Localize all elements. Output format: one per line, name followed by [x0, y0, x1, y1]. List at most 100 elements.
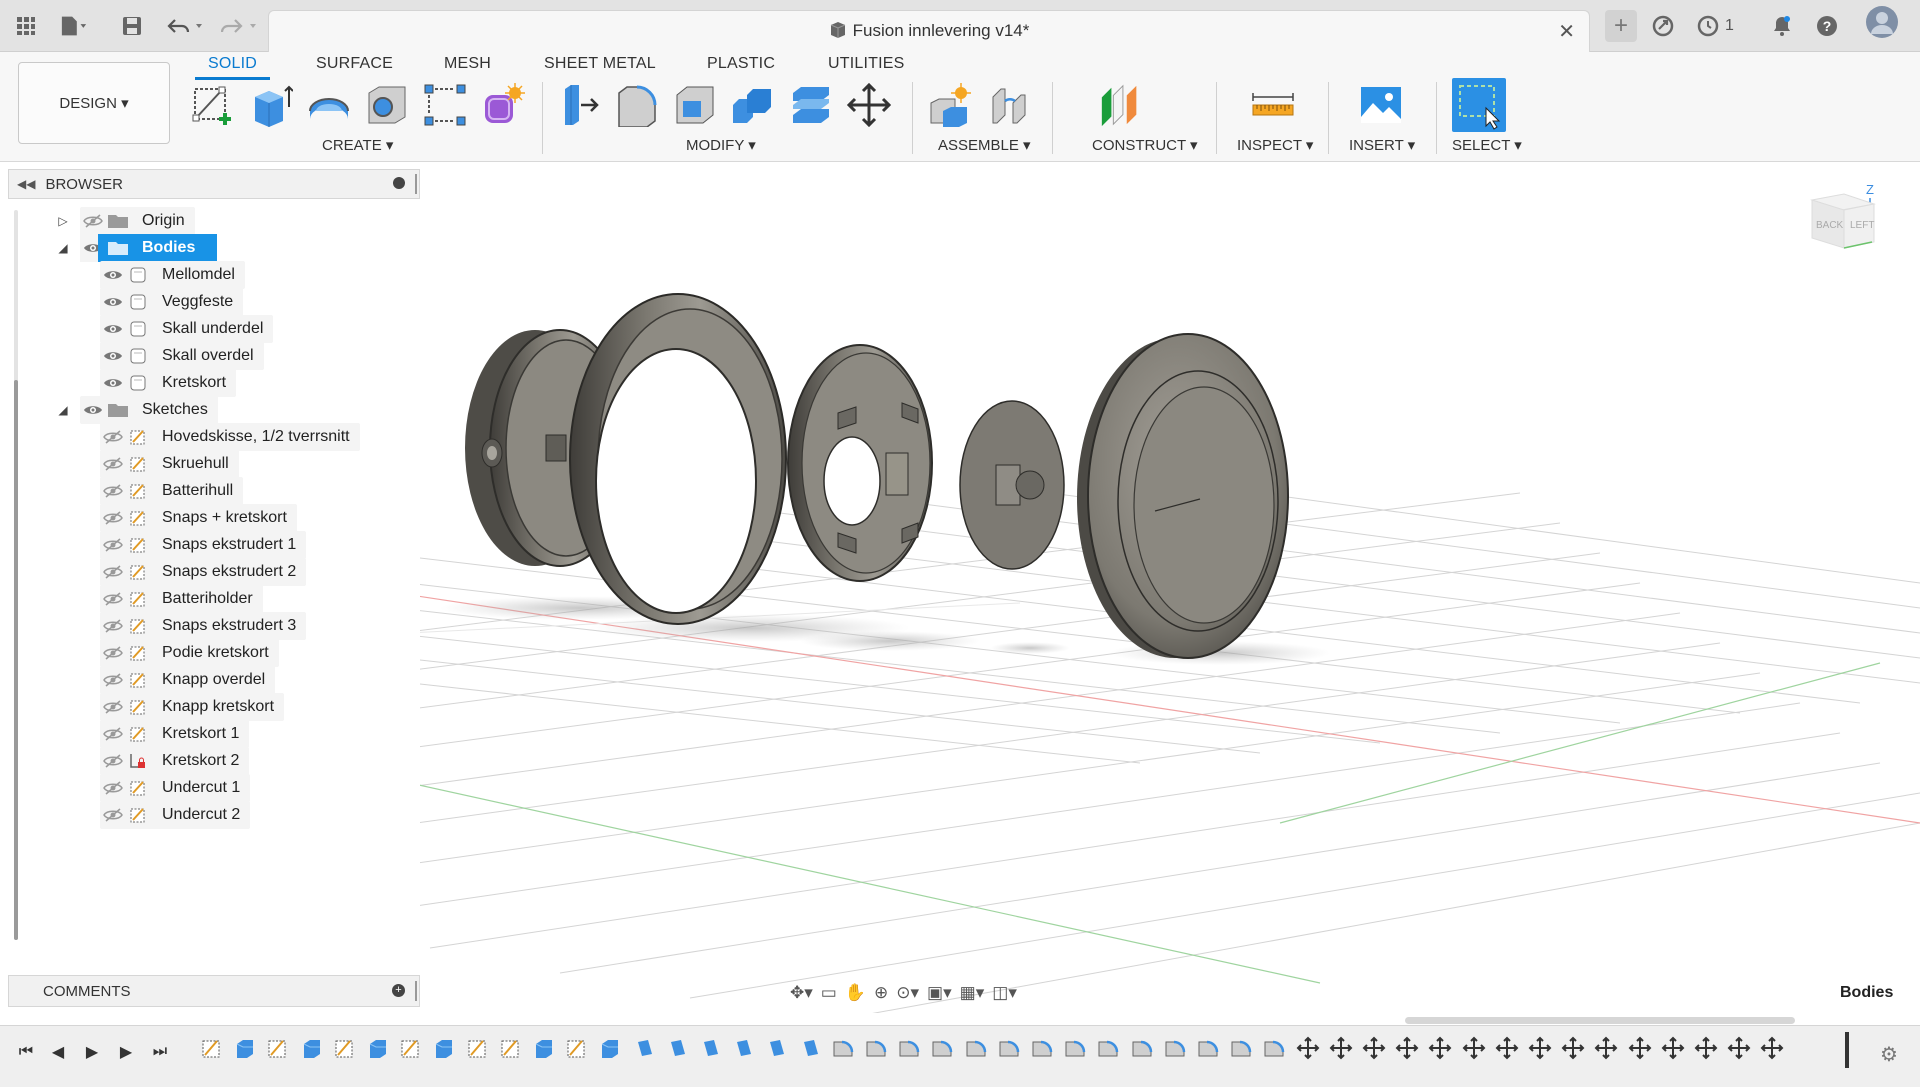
timeline-move-icon[interactable]	[1428, 1036, 1454, 1066]
document-tab[interactable]: Fusion innlevering v14* ✕	[268, 10, 1590, 52]
viewports-icon[interactable]: ◫▾	[992, 983, 1017, 1003]
timeline-move-icon[interactable]	[1462, 1036, 1488, 1066]
timeline-first-icon[interactable]: ⏮	[14, 1040, 38, 1064]
tree-item-origin[interactable]: Origin	[80, 207, 195, 235]
timeline-revolve-icon[interactable]	[731, 1036, 757, 1066]
display-settings-icon[interactable]: ▣▾	[927, 983, 952, 1003]
timeline-marker[interactable]	[1845, 1032, 1849, 1068]
expand-origin-icon[interactable]: ▷	[56, 214, 70, 228]
visibility-hidden-icon[interactable]	[100, 778, 126, 798]
tree-item-sketch[interactable]: Skruehull	[100, 450, 239, 478]
look-at-icon[interactable]: ▭	[821, 983, 837, 1003]
press-pull-icon[interactable]	[556, 82, 602, 128]
offset-plane-icon[interactable]	[1098, 82, 1144, 128]
visibility-hidden-icon[interactable]	[100, 805, 126, 825]
timeline-move-icon[interactable]	[1561, 1036, 1587, 1066]
tree-item-sketch[interactable]: Snaps ekstrudert 1	[100, 531, 307, 559]
visibility-visible-icon[interactable]	[100, 319, 126, 339]
tree-item-sketch[interactable]: Knapp kretskort	[100, 693, 285, 721]
visibility-visible-icon[interactable]	[100, 346, 126, 366]
body-skall-overdel[interactable]	[1077, 333, 1289, 659]
new-component-icon[interactable]	[928, 82, 974, 128]
timeline-extrude-icon[interactable]	[366, 1036, 392, 1066]
revolve-icon[interactable]	[306, 82, 352, 128]
timeline-move-icon[interactable]	[1594, 1036, 1620, 1066]
timeline-settings-gear-icon[interactable]: ⚙	[1880, 1042, 1898, 1067]
timeline-fillet-icon[interactable]	[1096, 1036, 1122, 1066]
timeline-sketch-icon[interactable]	[200, 1036, 226, 1066]
joint-icon[interactable]	[986, 82, 1032, 128]
timeline-fillet-icon[interactable]	[864, 1036, 890, 1066]
assemble-menu[interactable]: ASSEMBLE ▾	[938, 136, 1031, 154]
timeline-move-icon[interactable]	[1727, 1036, 1753, 1066]
timeline-move-icon[interactable]	[1528, 1036, 1554, 1066]
measure-icon[interactable]	[1250, 82, 1296, 128]
body-kretskort[interactable]	[959, 400, 1065, 570]
grid-settings-icon[interactable]: ▦▾	[960, 983, 985, 1003]
timeline-sketch-icon[interactable]	[266, 1036, 292, 1066]
tree-item-bodies-folder[interactable]: Bodies	[80, 234, 218, 262]
timeline-revolve-icon[interactable]	[632, 1036, 658, 1066]
insert-image-icon[interactable]	[1358, 82, 1404, 128]
timeline-extrude-icon[interactable]	[598, 1036, 624, 1066]
orbit-icon[interactable]: ✥▾	[790, 983, 813, 1003]
extensions-icon[interactable]	[1652, 12, 1674, 40]
hole-icon[interactable]	[364, 82, 410, 128]
create-menu[interactable]: CREATE ▾	[322, 136, 393, 154]
timeline-fillet-icon[interactable]	[997, 1036, 1023, 1066]
tree-item-sketches-folder[interactable]: Sketches	[80, 396, 218, 424]
visibility-hidden-icon[interactable]	[100, 670, 126, 690]
help-icon[interactable]: ?	[1816, 12, 1838, 40]
visibility-visible-icon[interactable]	[100, 292, 126, 312]
pattern-icon[interactable]	[422, 82, 468, 128]
timeline-move-icon[interactable]	[1628, 1036, 1654, 1066]
extrude-icon[interactable]	[248, 82, 294, 128]
move-icon[interactable]	[846, 82, 892, 128]
save-icon[interactable]	[118, 12, 146, 40]
visibility-hidden-icon[interactable]	[100, 535, 126, 555]
timeline-fillet-icon[interactable]	[1063, 1036, 1089, 1066]
timeline-move-icon[interactable]	[1760, 1036, 1786, 1066]
tree-item-body[interactable]: Skall overdel	[100, 342, 264, 370]
timeline-move-icon[interactable]	[1395, 1036, 1421, 1066]
timeline-fillet-icon[interactable]	[1196, 1036, 1222, 1066]
timeline-fillet-icon[interactable]	[1163, 1036, 1189, 1066]
new-tab-button[interactable]: +	[1605, 10, 1637, 42]
3d-viewport[interactable]	[420, 163, 1920, 1013]
create-sketch-icon[interactable]	[190, 82, 236, 128]
close-tab-icon[interactable]: ✕	[1558, 19, 1575, 44]
timeline-extrude-icon[interactable]	[532, 1036, 558, 1066]
visibility-hidden-icon[interactable]	[100, 562, 126, 582]
panel-resize-handle[interactable]	[415, 174, 417, 194]
undo-icon[interactable]	[166, 12, 206, 40]
tree-item-sketch[interactable]: Undercut 1	[100, 774, 251, 802]
insert-menu[interactable]: INSERT ▾	[1349, 136, 1415, 154]
visibility-hidden-icon[interactable]	[100, 697, 126, 717]
modify-menu[interactable]: MODIFY ▾	[686, 136, 756, 154]
timeline-sketch-icon[interactable]	[333, 1036, 359, 1066]
timeline-move-icon[interactable]	[1694, 1036, 1720, 1066]
timeline-sketch-icon[interactable]	[399, 1036, 425, 1066]
timeline-fillet-icon[interactable]	[930, 1036, 956, 1066]
tree-item-sketch[interactable]: Undercut 2	[100, 801, 251, 829]
user-avatar[interactable]	[1865, 6, 1899, 38]
tree-item-sketch[interactable]: Snaps + kretskort	[100, 504, 297, 532]
redo-icon[interactable]	[220, 12, 260, 40]
viewcube-left-face[interactable]: LEFT	[1850, 220, 1874, 231]
tab-plastic[interactable]: PLASTIC	[707, 55, 775, 73]
timeline-fillet-icon[interactable]	[1229, 1036, 1255, 1066]
collapse-bodies-icon[interactable]: ◢	[56, 241, 70, 255]
timeline-extrude-icon[interactable]	[432, 1036, 458, 1066]
fillet-icon[interactable]	[614, 82, 660, 128]
visibility-hidden-icon[interactable]	[100, 616, 126, 636]
add-comment-icon[interactable]: +	[392, 984, 405, 997]
timeline-revolve-icon[interactable]	[764, 1036, 790, 1066]
horizontal-scrollbar[interactable]	[1405, 1017, 1795, 1024]
timeline-fillet-icon[interactable]	[1262, 1036, 1288, 1066]
timeline-move-icon[interactable]	[1495, 1036, 1521, 1066]
timeline-sketch-icon[interactable]	[466, 1036, 492, 1066]
timeline-sketch-icon[interactable]	[565, 1036, 591, 1066]
collapse-browser-icon[interactable]: ◀◀	[17, 177, 35, 191]
select-tool-icon[interactable]	[1452, 78, 1506, 132]
visibility-visible-icon[interactable]	[80, 400, 106, 420]
